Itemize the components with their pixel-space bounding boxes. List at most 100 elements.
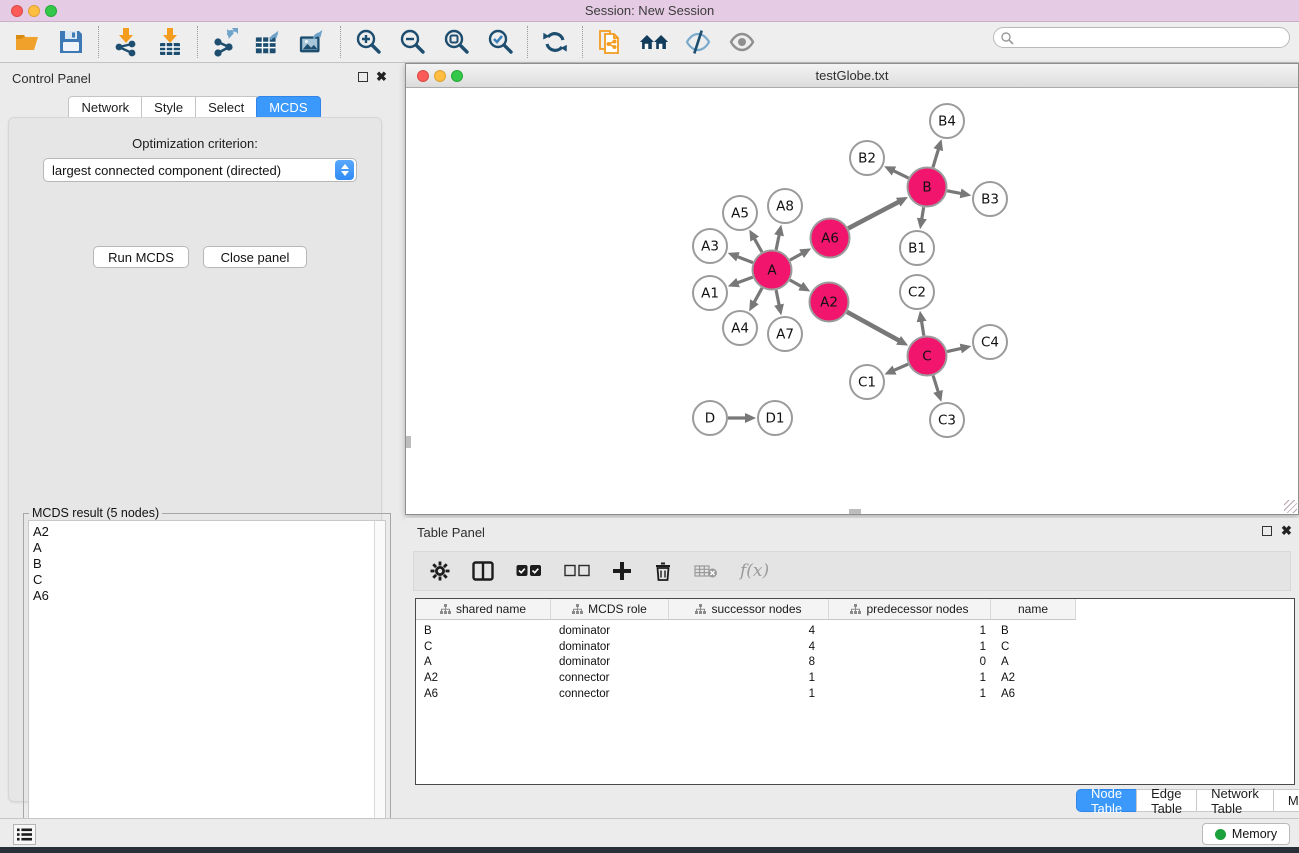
search-field[interactable] (993, 27, 1290, 48)
node-A5[interactable]: A5 (723, 196, 757, 230)
result-item[interactable]: A6 (33, 588, 375, 604)
edge-A-A1[interactable] (737, 277, 753, 283)
node-C[interactable]: C (908, 337, 947, 376)
criterion-dropdown[interactable]: largest connected component (directed) (43, 158, 357, 182)
select-all-icon[interactable] (516, 564, 542, 578)
node-C1[interactable]: C1 (850, 365, 884, 399)
table-cell[interactable]: dominator (551, 654, 669, 670)
edge-A6-B[interactable] (848, 202, 899, 229)
delete-table-icon[interactable] (694, 563, 718, 579)
table-cell[interactable]: 1 (829, 623, 991, 639)
node-A8[interactable]: A8 (768, 189, 802, 223)
table-cell[interactable]: A2 (416, 670, 551, 686)
save-session-icon[interactable] (56, 27, 86, 57)
network-graph[interactable]: B4B2BB3A8A5A6A3B1AC2A1A2A4A7C4CC1C3DD1 (406, 88, 1298, 514)
export-network-icon[interactable] (210, 27, 240, 57)
edge-A-A8[interactable] (776, 234, 779, 249)
node-A7[interactable]: A7 (768, 317, 802, 351)
memory-button[interactable]: Memory (1202, 823, 1290, 845)
result-item[interactable]: C (33, 572, 375, 588)
node-table[interactable]: shared nameMCDS rolesuccessor nodesprede… (415, 598, 1295, 785)
zoom-selected-icon[interactable] (485, 27, 515, 57)
result-item[interactable]: B (33, 556, 375, 572)
zoom-in-icon[interactable] (353, 27, 383, 57)
column-header-shared-name[interactable]: shared name (416, 599, 551, 620)
resize-grip-icon[interactable] (1284, 500, 1297, 513)
import-network-icon[interactable] (111, 27, 141, 57)
table-cell[interactable]: 4 (669, 623, 829, 639)
zoom-out-icon[interactable] (397, 27, 427, 57)
edge-A-A6[interactable] (790, 253, 802, 260)
close-panel-icon[interactable]: ✖ (376, 69, 387, 85)
mcds-result-list[interactable]: A2ABCA6 (28, 520, 376, 851)
edge-B-B1[interactable] (922, 207, 924, 219)
function-builder-icon[interactable]: f(x) (740, 561, 769, 581)
table-cell[interactable]: connector (551, 686, 669, 702)
table-cell[interactable]: A (991, 654, 1076, 670)
node-C4[interactable]: C4 (973, 325, 1007, 359)
delete-columns-icon[interactable] (654, 561, 672, 581)
float-table-panel-icon[interactable] (1262, 526, 1272, 536)
edge-B-B2[interactable] (893, 171, 908, 178)
edge-B-B4[interactable] (933, 149, 939, 168)
node-C2[interactable]: C2 (900, 275, 934, 309)
import-table-icon[interactable] (155, 27, 185, 57)
table-cell[interactable]: 1 (829, 670, 991, 686)
result-item[interactable]: A (33, 540, 375, 556)
node-A1[interactable]: A1 (693, 276, 727, 310)
zoom-fit-icon[interactable] (441, 27, 471, 57)
edge-A-A5[interactable] (754, 238, 762, 252)
table-cell[interactable]: 4 (669, 639, 829, 655)
table-cell[interactable]: A6 (991, 686, 1076, 702)
node-B4[interactable]: B4 (930, 104, 964, 138)
network-canvas[interactable]: B4B2BB3A8A5A6A3B1AC2A1A2A4A7C4CC1C3DD1 (406, 88, 1298, 514)
vertical-scroll-marker[interactable] (406, 436, 411, 448)
table-cell[interactable]: A2 (991, 670, 1076, 686)
node-A[interactable]: A (753, 251, 792, 290)
edge-A2-C[interactable] (847, 312, 899, 341)
column-header-MCDS-role[interactable]: MCDS role (551, 599, 669, 620)
edge-B-B3[interactable] (947, 191, 961, 194)
table-cell[interactable]: 0 (829, 654, 991, 670)
edge-A-A2[interactable] (790, 280, 802, 287)
column-header-name[interactable]: name (991, 599, 1076, 620)
table-cell[interactable]: 1 (829, 639, 991, 655)
open-session-icon[interactable] (12, 27, 42, 57)
table-cell[interactable]: dominator (551, 639, 669, 655)
network-window-titlebar[interactable]: testGlobe.txt (406, 64, 1298, 88)
home-icon[interactable] (639, 27, 669, 57)
table-cell[interactable]: 1 (669, 686, 829, 702)
table-cell[interactable]: 1 (669, 670, 829, 686)
node-D1[interactable]: D1 (758, 401, 792, 435)
hide-graphics-details-icon[interactable] (683, 27, 713, 57)
task-history-button[interactable] (13, 824, 36, 845)
edge-C-C3[interactable] (933, 376, 938, 393)
node-A4[interactable]: A4 (723, 311, 757, 345)
table-cell[interactable]: B (991, 623, 1076, 639)
tab-edge-table[interactable]: Edge Table (1136, 789, 1197, 812)
float-panel-icon[interactable] (358, 72, 368, 82)
tab-node-table[interactable]: Node Table (1076, 789, 1137, 812)
node-A3[interactable]: A3 (693, 229, 727, 263)
table-cell[interactable]: A6 (416, 686, 551, 702)
export-table-icon[interactable] (254, 27, 284, 57)
tab-motifs[interactable]: Motifs (1273, 789, 1299, 812)
edge-C-C4[interactable] (947, 348, 962, 351)
clone-network-icon[interactable] (595, 27, 625, 57)
edge-C-C1[interactable] (894, 364, 909, 370)
node-B3[interactable]: B3 (973, 182, 1007, 216)
close-panel-button[interactable]: Close panel (203, 246, 307, 268)
run-mcds-button[interactable]: Run MCDS (93, 246, 189, 268)
node-D[interactable]: D (693, 401, 727, 435)
edge-C-C2[interactable] (921, 321, 923, 336)
table-cell[interactable]: A (416, 654, 551, 670)
search-input[interactable] (1014, 31, 1289, 45)
node-C3[interactable]: C3 (930, 403, 964, 437)
result-item[interactable]: A2 (33, 524, 375, 540)
node-A6[interactable]: A6 (811, 219, 850, 258)
column-header-successor-nodes[interactable]: successor nodes (669, 599, 829, 620)
close-table-panel-icon[interactable]: ✖ (1281, 523, 1292, 539)
deselect-all-icon[interactable] (564, 564, 590, 578)
table-cell[interactable]: C (416, 639, 551, 655)
node-B2[interactable]: B2 (850, 141, 884, 175)
